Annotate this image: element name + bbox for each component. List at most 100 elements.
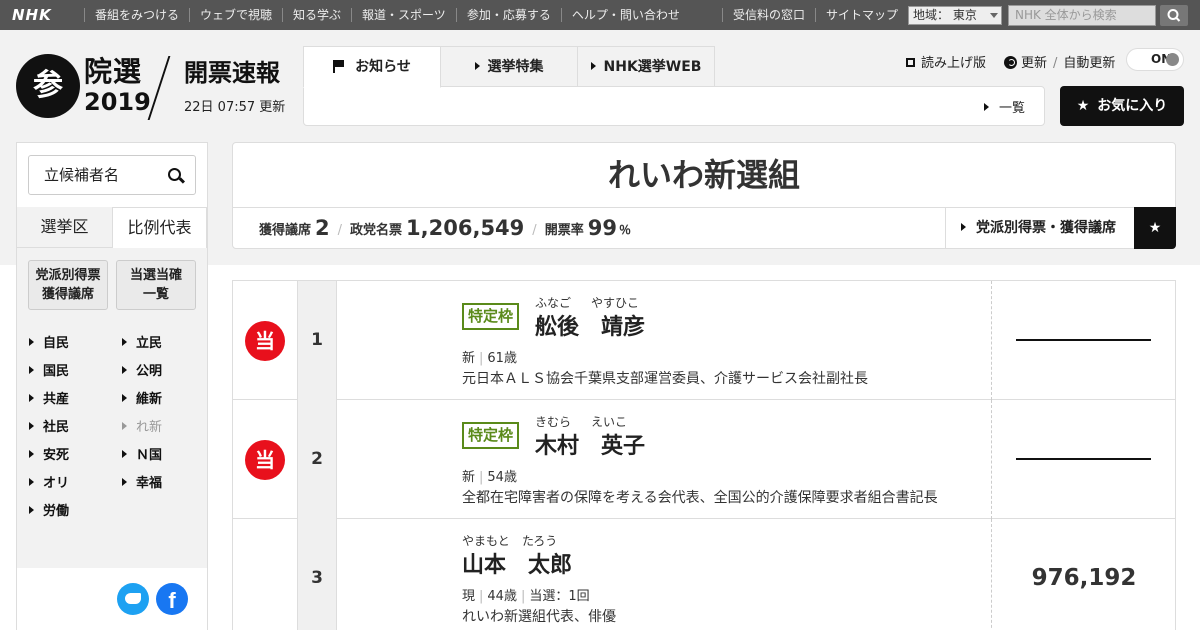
candidate-votes: 976,192 (1031, 565, 1137, 591)
search-icon (1167, 9, 1181, 22)
nav-learn[interactable]: 知る学ぶ (282, 8, 351, 22)
seats-label: 獲得議席 (259, 223, 312, 238)
tab-election-feature[interactable]: 選挙特集 (440, 46, 578, 87)
party-link-kokumin[interactable]: 国民 (29, 360, 69, 379)
candidate-career: 元日本ＡＬＳ協会千葉県支部運営委員、介護サービス会社副社長 (462, 371, 868, 387)
candidate-meta: 新 | 54歳 (462, 470, 517, 485)
nav-fees[interactable]: 受信料の窓口 (722, 8, 815, 22)
elected-list-button[interactable]: 当選当確 一覧 (116, 260, 196, 310)
party-votes-seats-label: 党派別得票 獲得議席 (35, 268, 101, 302)
auto-refresh-toggle[interactable]: ON (1126, 48, 1184, 71)
candidate-row[interactable]: 3 やまもと たろう 山本 太郎 現 | 44歳 | 当選：1回 れいわ新選組代表、俳優… (233, 519, 1175, 630)
party-link-shamin[interactable]: 社民 (29, 416, 69, 435)
party-link-reiwa-current[interactable]: れ新 (122, 416, 162, 435)
party-label: 維新 (136, 392, 163, 407)
nav-find-programs[interactable]: 番組をみつける (84, 8, 189, 22)
play-arrow-icon (29, 366, 34, 374)
play-arrow-icon (29, 422, 34, 430)
election-logo-badge[interactable]: 参 (16, 54, 80, 118)
readaloud-link[interactable]: 読み上げ版 (906, 52, 986, 71)
play-arrow-icon (122, 338, 127, 346)
candidate-first-name[interactable]: 英子 (601, 428, 645, 460)
candidate-first-name[interactable]: 太郎 (528, 547, 572, 579)
list-rank: 1 (297, 281, 337, 400)
party-votes-label: 政党名票 (350, 223, 403, 238)
party-link-kofuku[interactable]: 幸福 (122, 472, 162, 491)
candidate-last-name[interactable]: 舩後 (535, 309, 579, 341)
play-arrow-icon (122, 450, 127, 458)
play-arrow-icon (474, 62, 480, 70)
star-icon: ★ (1076, 98, 1090, 114)
candidate-search-input[interactable]: 立候補者名 (28, 155, 196, 195)
region-select[interactable]: 地域： 東京 (908, 6, 1002, 25)
party-link-jimin[interactable]: 自民 (29, 332, 69, 351)
tab-web-label: NHK選挙WEB (603, 59, 702, 75)
nav-help[interactable]: ヘルプ・問い合わせ (560, 8, 690, 22)
nav-watch-web[interactable]: ウェブで視聴 (189, 8, 282, 22)
no-votes-dash (1016, 339, 1151, 341)
candidate-career: 全都在宅障害者の保障を考える会代表、全国公的介護保障要求者組合書記長 (462, 490, 938, 506)
global-search-input[interactable]: NHK 全体から検索 (1008, 5, 1156, 26)
candidate-status: 現 (462, 589, 476, 604)
party-votes-seats-button[interactable]: 党派別得票 獲得議席 (28, 260, 108, 310)
party-link-rikken[interactable]: 立民 (122, 332, 162, 351)
nav-participate[interactable]: 参加・応募する (455, 8, 561, 22)
tab-proportional[interactable]: 比例代表 (112, 207, 207, 248)
tab-notice[interactable]: お知らせ (303, 46, 441, 88)
party-votes-seats-link[interactable]: 党派別得票・獲得議席 (945, 208, 1135, 248)
candidate-age: 61歳 (487, 351, 517, 366)
nhk-global-bar: NHK 番組をみつける ウェブで視聴 知る学ぶ 報道・スポーツ 参加・応募する … (0, 0, 1200, 30)
tab-notice-label: お知らせ (355, 59, 411, 75)
candidate-last-name[interactable]: 山本 (462, 547, 506, 579)
candidate-search-placeholder: 立候補者名 (44, 166, 120, 184)
vote-cell (991, 281, 1175, 400)
party-label: 公明 (136, 364, 163, 379)
play-arrow-icon (122, 478, 127, 486)
party-link-rodo[interactable]: 労働 (29, 500, 69, 519)
party-link-ishin[interactable]: 維新 (122, 388, 162, 407)
candidate-row[interactable]: 当 2 特定枠 きむら えいこ 木村 英子 新 | 54歳 全都在宅障害者の保障を考… (233, 400, 1175, 519)
nav-news-sports[interactable]: 報道・スポーツ (351, 8, 456, 22)
party-favorite-button[interactable]: ★ (1134, 207, 1176, 249)
vote-cell: 976,192 (991, 519, 1175, 630)
candidate-first-name[interactable]: 靖彦 (601, 309, 645, 341)
vote-cell (991, 400, 1175, 519)
candidate-row[interactable]: 当 1 特定枠 ふなご やすひこ 舩後 靖彦 新 | 61歳 元日本ＡＬＳ協会千葉県… (233, 281, 1175, 400)
party-label: 自民 (43, 336, 70, 351)
party-label: 安死 (43, 448, 70, 463)
party-link-anshi[interactable]: 安死 (29, 444, 69, 463)
global-search-button[interactable] (1160, 5, 1188, 26)
refresh-button[interactable]: 更新 (1021, 56, 1047, 71)
search-icon[interactable] (168, 168, 181, 181)
special-slot-badge: 特定枠 (462, 303, 520, 330)
facebook-icon[interactable]: f (156, 583, 188, 615)
candidate-meta: 現 | 44歳 | 当選：1回 (462, 589, 590, 604)
nav-sitemap[interactable]: サイトマップ (815, 8, 908, 22)
tab-nhk-election-web[interactable]: NHK選挙WEB (577, 46, 715, 87)
candidate-last-name[interactable]: 木村 (535, 428, 579, 460)
list-link[interactable]: 一覧 (984, 97, 1025, 116)
candidate-status: 新 (462, 351, 476, 366)
refresh-icon[interactable] (1004, 56, 1017, 69)
no-votes-dash (1016, 458, 1151, 460)
play-arrow-icon (984, 103, 989, 111)
elected-badge: 当 (245, 440, 285, 480)
party-link-olive[interactable]: オリ (29, 472, 69, 491)
play-arrow-icon (29, 478, 34, 486)
play-arrow-icon (122, 394, 127, 402)
party-link-kyosan[interactable]: 共産 (29, 388, 69, 407)
twitter-icon[interactable] (117, 583, 149, 615)
favorites-button[interactable]: ★ お気に入り (1060, 86, 1184, 126)
party-votes-value: 1,206,549 (406, 216, 525, 240)
party-label: Ｎ国 (136, 448, 163, 463)
global-nav-right: 受信料の窓口 サイトマップ (722, 0, 908, 30)
tab-district[interactable]: 選挙区 (17, 207, 112, 248)
party-votes-seats-link-label: 党派別得票・獲得議席 (976, 220, 1116, 236)
candidate-career: れいわ新選組代表、俳優 (462, 609, 616, 625)
party-stats: 獲得議席 2/政党名票 1,206,549/開票率 99 ％ (259, 216, 631, 240)
party-link-komei[interactable]: 公明 (122, 360, 162, 379)
list-rank: 2 (297, 400, 337, 519)
party-label: オリ (43, 476, 70, 491)
nhk-logo[interactable]: NHK (12, 6, 52, 24)
party-link-nhk[interactable]: Ｎ国 (122, 444, 162, 463)
